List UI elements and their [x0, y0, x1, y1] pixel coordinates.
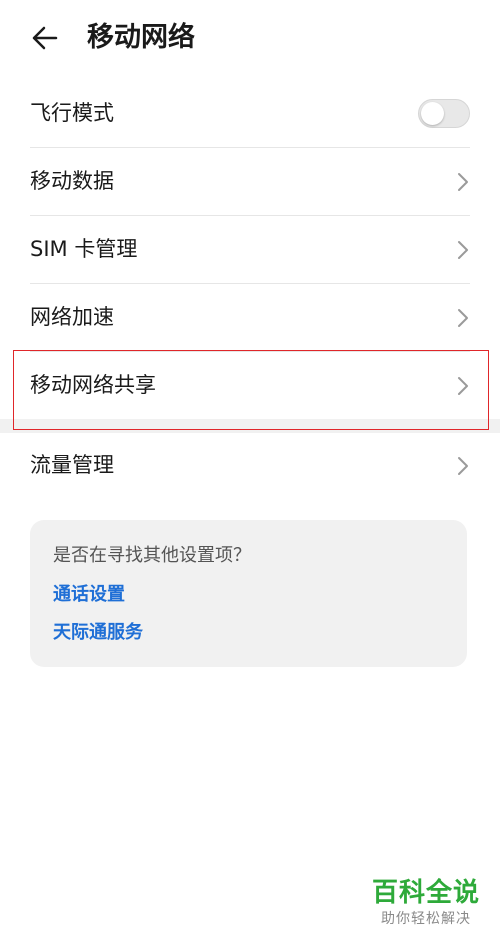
settings-row-label: 移动网络共享	[30, 373, 156, 397]
suggestions-card: 是否在寻找其他设置项？ 通话设置 天际通服务	[30, 520, 467, 667]
settings-row-airplane-mode[interactable]: 飞行模式	[30, 80, 470, 148]
call-settings-link[interactable]: 通话设置	[53, 581, 125, 609]
header-bar: 移动网络	[0, 0, 500, 78]
toggle-knob	[421, 102, 444, 125]
settings-row-data-usage[interactable]: 流量管理	[30, 432, 470, 499]
chevron-right-icon	[458, 309, 468, 327]
watermark-title: 百科全说	[371, 878, 480, 908]
watermark-logo: 百科全说 助你轻松解决	[366, 877, 486, 929]
section-divider	[0, 419, 500, 433]
page-title: 移动网络	[87, 22, 195, 53]
settings-row-tethering[interactable]: 移动网络共享	[30, 352, 470, 419]
settings-row-label: SIM 卡管理	[30, 237, 138, 261]
chevron-right-icon	[458, 457, 468, 475]
watermark-subtitle: 助你轻松解决	[381, 911, 471, 927]
settings-row-mobile-data[interactable]: 移动数据	[30, 148, 470, 216]
settings-list: 飞行模式 移动数据 SIM 卡管理 网络加速 移动网络共享	[0, 80, 500, 419]
settings-row-network-acceleration[interactable]: 网络加速	[30, 284, 470, 352]
chevron-right-icon	[458, 241, 468, 259]
settings-row-label: 飞行模式	[30, 101, 114, 125]
chevron-right-icon	[458, 173, 468, 191]
airplane-mode-toggle[interactable]	[418, 99, 470, 128]
settings-row-label: 流量管理	[30, 453, 114, 477]
back-button[interactable]	[26, 18, 66, 58]
chevron-right-icon	[458, 377, 468, 395]
settings-row-label: 移动数据	[30, 169, 114, 193]
suggestions-question: 是否在寻找其他设置项？	[53, 545, 251, 566]
settings-row-sim-management[interactable]: SIM 卡管理	[30, 216, 470, 284]
arrow-left-icon	[32, 26, 58, 50]
skytone-service-link[interactable]: 天际通服务	[53, 619, 143, 647]
settings-row-label: 网络加速	[30, 305, 114, 329]
